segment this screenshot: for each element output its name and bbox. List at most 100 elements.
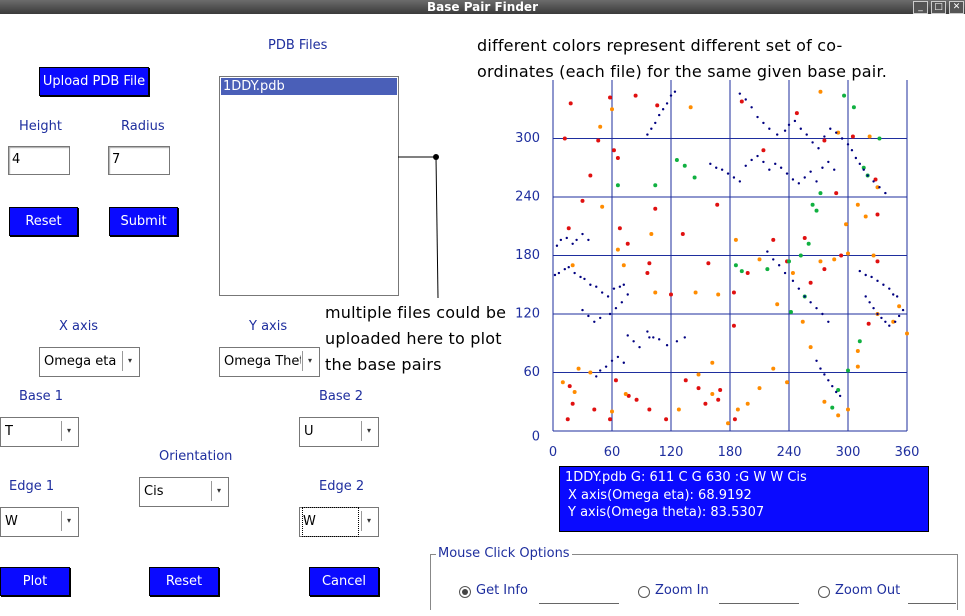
data-point	[776, 133, 779, 136]
data-point	[827, 320, 830, 323]
get-info-label[interactable]: Get Info	[476, 583, 528, 598]
reset-top-button[interactable]: Reset	[9, 207, 78, 236]
edge2-select[interactable]: W ▾	[299, 507, 379, 537]
reset-bottom-button[interactable]: Reset	[149, 567, 219, 596]
data-point	[817, 147, 820, 150]
data-point	[875, 212, 880, 217]
edge1-select[interactable]: W ▾	[0, 507, 79, 537]
chevron-down-icon[interactable]: ▾	[61, 511, 76, 531]
x-tick-label: 240	[777, 445, 802, 460]
data-point	[771, 237, 776, 242]
data-point	[768, 127, 771, 130]
data-point	[844, 222, 849, 227]
data-point	[665, 344, 669, 347]
data-point	[575, 238, 578, 242]
data-point	[808, 280, 813, 285]
data-point	[726, 172, 730, 175]
close-icon[interactable]: ✕	[949, 1, 964, 14]
orientation-select[interactable]: Cis ▾	[139, 477, 229, 507]
maximize-icon[interactable]: □	[931, 1, 946, 14]
divider	[539, 603, 619, 604]
plot-button[interactable]: Plot	[0, 567, 70, 596]
data-point	[774, 162, 777, 166]
x-tick-label: 300	[836, 445, 861, 460]
cancel-button[interactable]: Cancel	[309, 567, 379, 596]
chevron-down-icon[interactable]: ▾	[122, 351, 137, 371]
minimize-icon[interactable]: _	[913, 1, 928, 14]
y-axis-select[interactable]: Omega Thet ▾	[219, 347, 320, 377]
data-point	[819, 367, 822, 370]
y-tick-label: 300	[515, 131, 540, 146]
data-point	[614, 306, 618, 310]
data-point	[783, 129, 787, 132]
data-point	[557, 271, 561, 275]
submit-button[interactable]: Submit	[109, 207, 178, 236]
data-point	[858, 269, 861, 273]
height-input[interactable]: 4	[8, 146, 70, 175]
data-point	[836, 413, 841, 418]
x-axis-select[interactable]: Omega eta ▾	[39, 347, 140, 377]
data-point	[833, 168, 836, 171]
data-point	[572, 390, 577, 394]
edge1-label: Edge 1	[9, 479, 55, 494]
get-info-radio[interactable]	[459, 586, 471, 598]
data-point	[683, 378, 688, 383]
data-point	[706, 261, 711, 266]
list-item[interactable]: 1DDY.pdb	[221, 78, 397, 95]
data-point	[576, 366, 581, 371]
data-point	[829, 127, 832, 130]
data-point	[645, 271, 650, 276]
zoom-in-radio[interactable]	[638, 586, 650, 598]
data-point	[626, 293, 629, 296]
info-line-1: 1DDY.pdb G: 611 C G 630 :G W W Cis	[565, 470, 807, 485]
data-point	[894, 320, 897, 323]
x-tick-label: 360	[895, 445, 920, 460]
data-point	[611, 148, 616, 153]
data-point	[850, 149, 854, 152]
base2-select[interactable]: U ▾	[299, 417, 379, 447]
data-point	[771, 366, 776, 371]
data-point	[623, 391, 628, 396]
pdb-files-header: PDB Files	[268, 38, 328, 53]
data-point	[676, 407, 681, 412]
zoom-out-label[interactable]: Zoom Out	[835, 583, 900, 598]
data-point	[830, 405, 835, 410]
data-point	[815, 306, 818, 310]
data-point	[888, 324, 891, 327]
data-point	[669, 292, 673, 297]
data-point	[745, 401, 750, 406]
colors-note-line2: ordinates (each file) for the same given…	[477, 62, 888, 81]
data-point	[570, 263, 575, 268]
base1-select[interactable]: T ▾	[0, 417, 79, 447]
annotation-arrow	[398, 154, 439, 299]
data-point	[872, 306, 875, 310]
base1-select-value: T	[5, 424, 13, 439]
chevron-down-icon[interactable]: ▾	[302, 351, 317, 371]
data-point	[794, 111, 799, 116]
data-point	[762, 160, 765, 164]
data-point	[710, 360, 715, 365]
data-point	[596, 138, 601, 143]
data-point	[715, 166, 718, 169]
data-point	[897, 304, 902, 309]
chevron-down-icon[interactable]: ▾	[361, 421, 376, 441]
x-axis-label: X axis	[59, 319, 99, 334]
pdb-file-list[interactable]: 1DDY.pdb	[219, 76, 399, 296]
data-point	[646, 133, 649, 136]
scatter-chart[interactable]: 0 60 120 180 240 300 360 0 60 120 180 240 300	[510, 80, 950, 465]
chevron-down-icon[interactable]: ▾	[361, 511, 376, 531]
data-point	[797, 182, 801, 185]
chevron-down-icon[interactable]: ▾	[61, 421, 76, 441]
zoom-in-label[interactable]: Zoom In	[655, 583, 709, 598]
radius-input[interactable]: 7	[108, 146, 170, 175]
data-point	[709, 162, 712, 166]
data-point	[715, 202, 720, 207]
chevron-down-icon[interactable]: ▾	[211, 481, 226, 501]
data-point	[827, 379, 830, 382]
data-point	[638, 345, 641, 349]
upload-pdb-button[interactable]: Upload PDB File	[39, 67, 149, 96]
data-point	[877, 136, 882, 141]
zoom-out-radio[interactable]	[818, 586, 830, 598]
data-point	[732, 417, 737, 422]
data-point	[622, 361, 625, 364]
